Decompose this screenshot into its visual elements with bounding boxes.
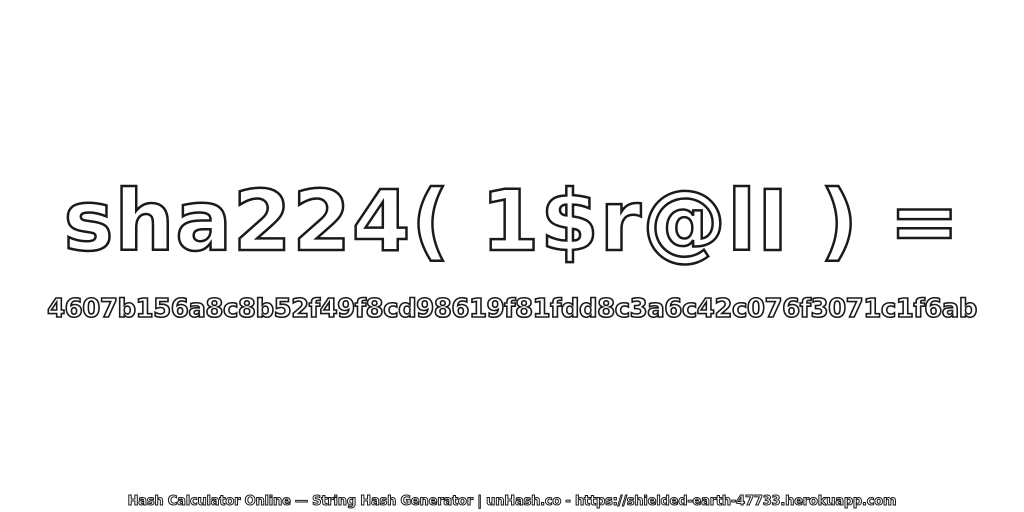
footer-credit: Hash Calculator Online — String Hash Gen… [127, 494, 897, 510]
hash-value: 4607b156a8c8b52f49f8cd98619f81fdd8c3a6c4… [46, 293, 978, 325]
hash-expression: sha224( 1$r@lI ) = [62, 171, 961, 272]
hash-image: sha224( 1$r@lI ) = 4607b156a8c8b52f49f8c… [0, 0, 1024, 512]
